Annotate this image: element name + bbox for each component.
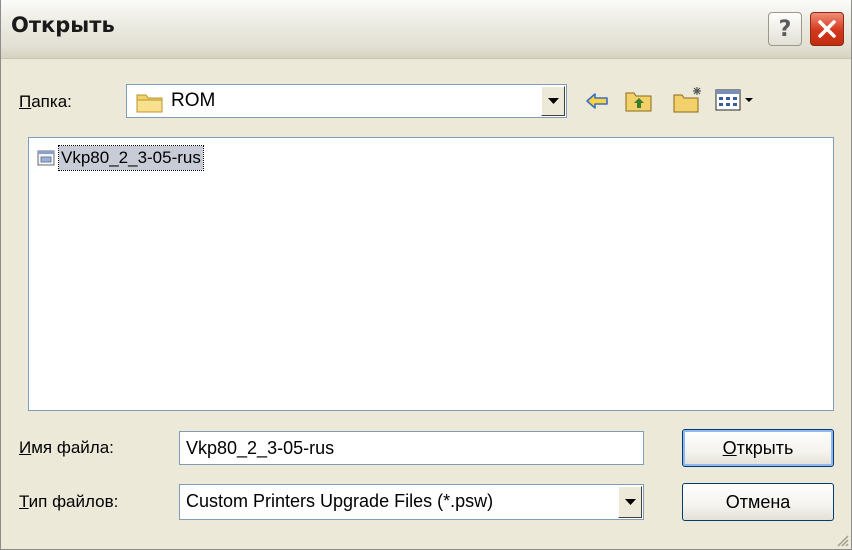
filename-input[interactable]: Vkp80_2_3-05-rus [179,431,644,465]
folder-icon [136,94,163,113]
open-dialog: Открыть ? Папка: ROM Vkp80_2_3-05-rus Им… [0,0,852,550]
cancel-button[interactable]: Отмена [682,483,834,521]
window-title: Открыть [11,13,115,37]
filetype-label-text: ип файлов: [28,492,119,511]
filetype-label-mnemonic: Т [19,492,29,511]
chevron-down-icon [624,498,636,505]
open-button-label: ткрыть [736,438,794,458]
chevron-down-icon [547,97,559,104]
open-button[interactable]: Открыть [682,429,834,467]
up-folder-icon[interactable] [625,88,653,112]
title-bar[interactable]: Открыть ? [1,0,851,59]
filetype-combo[interactable]: Custom Printers Upgrade Files (*.psw) [179,484,644,520]
look-in-label: Папка: [19,92,72,112]
close-icon [818,20,836,38]
open-button-mnemonic: О [722,438,737,458]
close-button[interactable] [810,12,844,46]
filetype-dropdown-button[interactable] [618,486,642,518]
look-in-label-mnemonic: П [19,92,32,111]
file-list[interactable]: Vkp80_2_3-05-rus [28,137,834,411]
file-icon [37,150,55,166]
filename-label: Имя файла: [19,438,114,458]
look-in-label-text: апка: [31,92,72,111]
back-arrow-icon[interactable] [585,91,609,111]
look-in-value: ROM [171,90,216,111]
view-menu-icon[interactable] [715,89,757,113]
filename-label-mnemonic: И [19,438,32,457]
file-name: Vkp80_2_3-05-rus [58,145,204,171]
filetype-label: Тип файлов: [19,492,118,512]
resize-grip-icon[interactable] [835,533,849,547]
look-in-combo[interactable]: ROM [126,84,567,118]
new-folder-icon[interactable] [673,85,705,113]
look-in-dropdown-button[interactable] [541,86,565,116]
filename-label-text: мя файла: [31,438,114,457]
help-button[interactable]: ? [768,12,802,46]
filetype-value: Custom Printers Upgrade Files (*.psw) [186,491,494,511]
